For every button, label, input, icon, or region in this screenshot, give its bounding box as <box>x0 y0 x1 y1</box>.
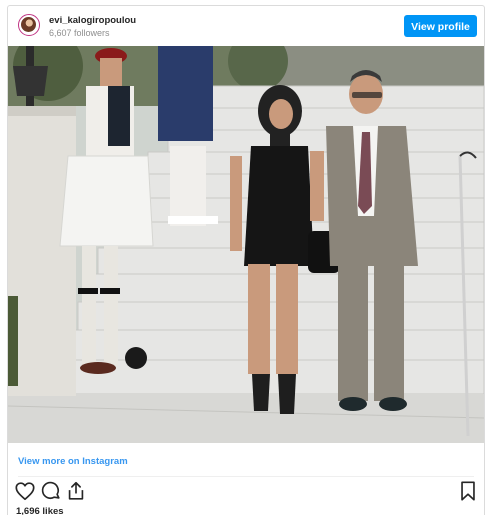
avatar[interactable] <box>18 14 40 36</box>
avatar-image <box>21 17 36 32</box>
view-profile-button[interactable]: View profile <box>404 15 477 37</box>
post-header: evi_kalogiropoulou 6,607 followers View … <box>8 6 484 46</box>
view-more-link[interactable]: View more on Instagram <box>18 456 128 467</box>
post-actions <box>8 480 484 504</box>
comment-icon[interactable] <box>40 480 62 502</box>
divider <box>18 476 474 477</box>
username[interactable]: evi_kalogiropoulou <box>49 15 136 26</box>
follower-count: 6,607 followers <box>49 28 110 38</box>
instagram-embed-card: evi_kalogiropoulou 6,607 followers View … <box>7 5 485 515</box>
share-icon[interactable] <box>65 480 87 502</box>
heart-icon[interactable] <box>14 480 36 502</box>
post-photo[interactable] <box>8 46 484 443</box>
bookmark-icon[interactable] <box>457 480 479 502</box>
like-count: 1,696 likes <box>16 506 64 515</box>
post-image <box>8 46 484 443</box>
